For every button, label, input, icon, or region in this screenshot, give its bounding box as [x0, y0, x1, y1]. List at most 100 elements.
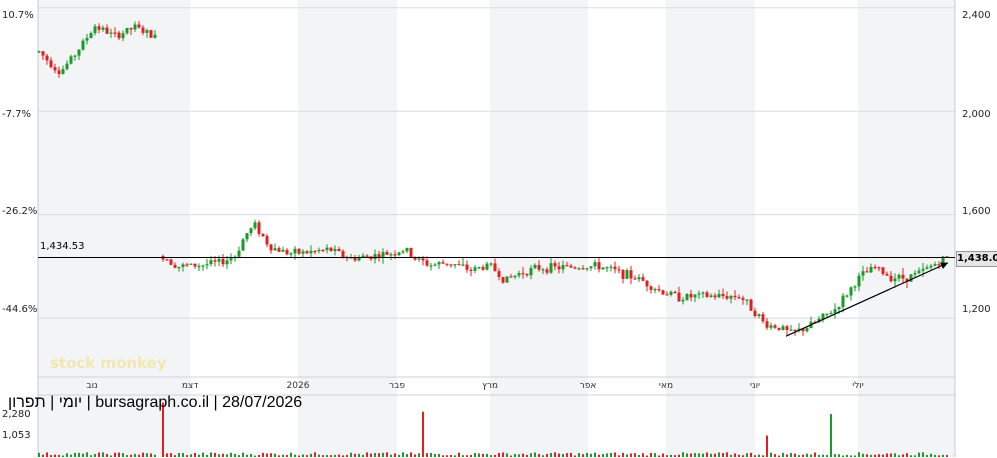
- volume-bar: [682, 452, 684, 457]
- volume-bar: [638, 454, 640, 457]
- candle-body: [393, 254, 397, 256]
- candle-body: [937, 264, 941, 266]
- candle-body: [389, 254, 393, 256]
- candle-body: [365, 255, 369, 257]
- candle-body: [229, 258, 233, 261]
- volume-bar: [758, 454, 760, 457]
- volume-bar: [542, 455, 544, 457]
- candle-body: [665, 294, 669, 296]
- candle-body: [581, 268, 585, 270]
- candle-body: [745, 299, 749, 301]
- candle-body: [77, 49, 81, 56]
- volume-bar: [526, 454, 528, 457]
- candle-body: [565, 265, 569, 267]
- volume-bar: [402, 452, 404, 457]
- volume-bar: [398, 454, 400, 457]
- volume-bar: [430, 453, 432, 457]
- candle-body: [457, 264, 461, 266]
- candle-body: [221, 258, 225, 265]
- candle-body: [429, 265, 433, 267]
- candle-body: [333, 248, 337, 251]
- volume-bar: [510, 455, 512, 457]
- volume-bar: [38, 452, 40, 457]
- volume-bar: [770, 452, 772, 457]
- candle-body: [169, 259, 173, 265]
- volume-bar: [126, 455, 128, 457]
- candle-body: [557, 266, 561, 270]
- candle-body: [545, 269, 549, 273]
- candle-body: [281, 249, 285, 252]
- volume-bar: [194, 452, 196, 457]
- candle-body: [113, 32, 117, 34]
- candle-body: [897, 274, 901, 279]
- candle-body: [173, 264, 177, 268]
- candle-body: [865, 271, 869, 273]
- volume-bar: [150, 453, 152, 457]
- volume-bar: [902, 454, 904, 457]
- candle-body: [869, 266, 873, 273]
- candle-body: [453, 264, 457, 266]
- volume-bar: [358, 453, 360, 457]
- volume-bar: [138, 454, 140, 457]
- volume-bar: [230, 452, 232, 457]
- volume-bar: [650, 452, 652, 457]
- candle-body: [685, 293, 689, 300]
- volume-bar: [690, 453, 692, 457]
- x-axis-label: פבר: [389, 381, 405, 391]
- candle-body: [605, 267, 609, 269]
- volume-bar: [410, 452, 412, 457]
- candle-body: [477, 267, 481, 269]
- candle-body: [885, 273, 889, 276]
- volume-bar: [946, 455, 948, 457]
- volume-bar: [90, 455, 92, 457]
- candle-body: [449, 264, 453, 266]
- chart-root: 10.7% -7.7% -26.2% -44.6% 2,400 2,000 1,…: [0, 0, 997, 458]
- candle-body: [617, 269, 621, 271]
- candle-body: [193, 263, 197, 267]
- candle-body: [821, 313, 825, 319]
- volume-bar: [458, 452, 460, 457]
- candle-body: [537, 264, 541, 270]
- candle-body: [201, 265, 205, 267]
- candle-body: [573, 267, 577, 269]
- volume-bar: [534, 452, 536, 457]
- candle-body: [761, 314, 765, 322]
- volume-bar: [50, 455, 52, 457]
- candle-body: [769, 325, 773, 328]
- candle-body: [705, 292, 709, 297]
- volume-bar: [474, 453, 476, 457]
- volume-bar: [678, 454, 680, 457]
- volume-bar: [602, 454, 604, 457]
- candle-body: [41, 51, 45, 56]
- candle-body: [717, 293, 721, 298]
- candle-body: [309, 250, 313, 254]
- volume-bar: [322, 455, 324, 457]
- candle-body: [541, 269, 545, 271]
- volume-bar: [762, 455, 764, 457]
- candle-body: [317, 249, 321, 252]
- volume-bar: [718, 452, 720, 457]
- candle-body: [293, 248, 297, 254]
- candle-body: [313, 250, 317, 253]
- candle-body: [529, 268, 533, 276]
- candle-body: [597, 262, 601, 270]
- volume-bar: [734, 453, 736, 457]
- volume-bar: [562, 453, 564, 457]
- candle-body: [93, 26, 97, 34]
- volume-bar: [238, 455, 240, 457]
- candle-body: [277, 248, 281, 252]
- volume-bar: [478, 453, 480, 457]
- candle-body: [861, 271, 865, 276]
- volume-bar: [530, 453, 532, 457]
- volume-bar: [914, 455, 916, 457]
- candle-body: [925, 267, 929, 269]
- volume-bar: [926, 455, 928, 457]
- left-axis-tick: 10.7%: [2, 10, 34, 21]
- candle-body: [901, 274, 905, 279]
- volume-bar: [390, 454, 392, 457]
- volume-bar: [722, 453, 724, 457]
- volume-bar: [738, 454, 740, 457]
- candle-body: [853, 286, 857, 288]
- candle-body: [725, 296, 729, 299]
- volume-bar: [386, 452, 388, 457]
